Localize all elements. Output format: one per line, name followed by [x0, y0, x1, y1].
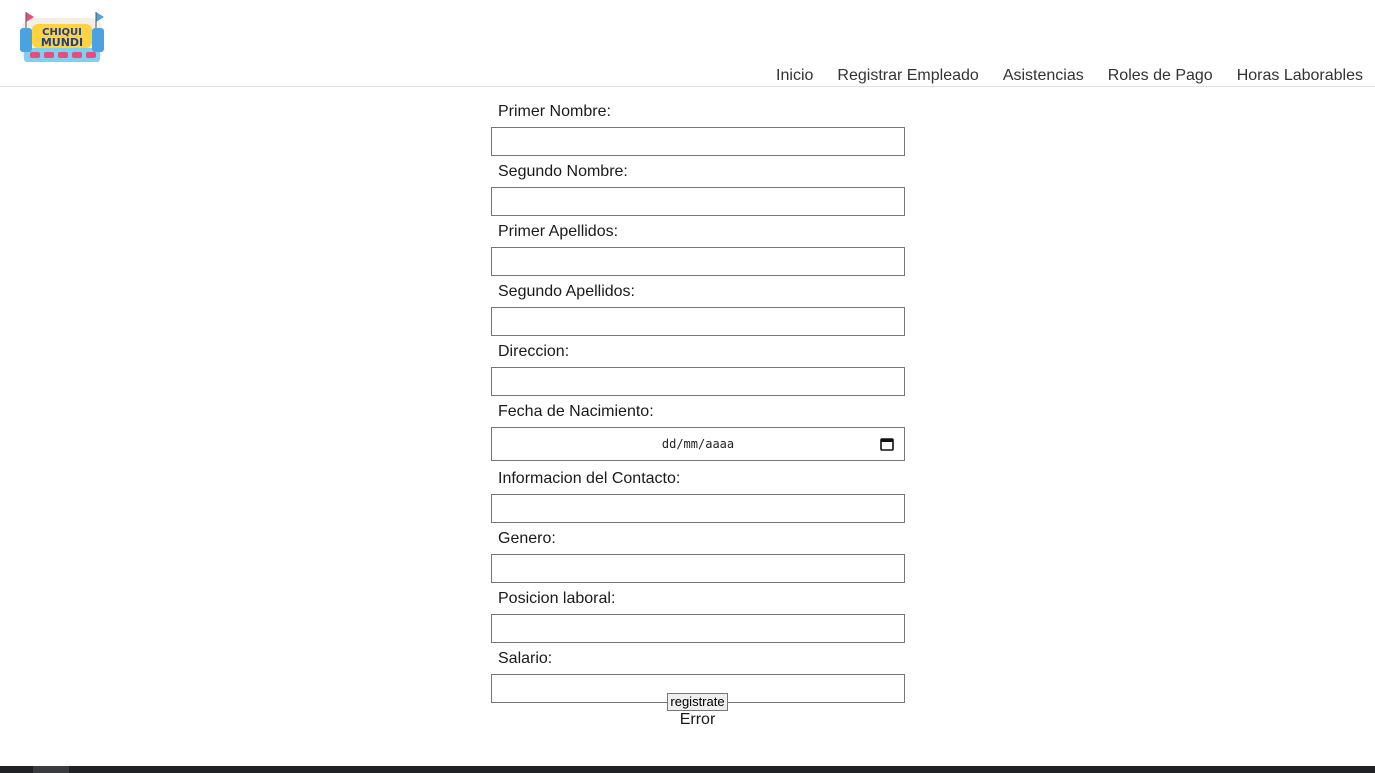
nav-link-horas-laborables[interactable]: Horas Laborables [1237, 66, 1363, 86]
primer-nombre-label: Primer Nombre: [498, 103, 611, 120]
brand-logo[interactable]: CHIQUI MUNDI [18, 8, 106, 66]
posicion-laboral-label: Posicion laboral: [498, 590, 616, 607]
chiqui-mundi-logo-icon: CHIQUI MUNDI [20, 12, 104, 62]
segundo-apellidos-input[interactable] [491, 307, 905, 336]
primer-nombre-input[interactable] [491, 127, 905, 156]
employee-form: Primer Nombre: Segundo Nombre: Primer Ap… [491, 100, 905, 709]
posicion-laboral-input[interactable] [491, 614, 905, 643]
form-actions: registrate [0, 693, 1375, 711]
direccion-input[interactable] [491, 367, 905, 396]
segundo-nombre-label: Segundo Nombre: [498, 163, 628, 180]
status-message: Error [679, 711, 716, 728]
taskbar-tab[interactable] [33, 766, 69, 773]
genero-input[interactable] [491, 554, 905, 583]
nav-link-roles-de-pago[interactable]: Roles de Pago [1108, 66, 1213, 86]
registrate-button[interactable]: registrate [667, 693, 728, 711]
segundo-apellidos-label: Segundo Apellidos: [498, 283, 635, 300]
svg-text:MUNDI: MUNDI [41, 36, 83, 49]
fecha-nacimiento-input[interactable]: dd/mm/aaaa [491, 427, 905, 461]
nav-link-inicio[interactable]: Inicio [776, 66, 813, 86]
direccion-label: Direccion: [498, 343, 570, 360]
salario-label: Salario: [498, 650, 553, 667]
segundo-nombre-input[interactable] [491, 187, 905, 216]
calendar-icon[interactable] [880, 437, 894, 451]
page-header: CHIQUI MUNDI Inicio Registrar Empleado A… [0, 0, 1375, 87]
nav-link-asistencias[interactable]: Asistencias [1003, 66, 1084, 86]
nav-link-registrar-empleado[interactable]: Registrar Empleado [837, 66, 978, 86]
primer-apellidos-input[interactable] [491, 247, 905, 276]
informacion-contacto-input[interactable] [491, 494, 905, 523]
bottom-taskbar [0, 766, 1375, 773]
fecha-nacimiento-label: Fecha de Nacimiento: [498, 403, 654, 420]
date-placeholder: dd/mm/aaaa [661, 437, 735, 451]
primer-apellidos-label: Primer Apellidos: [498, 223, 619, 240]
main-nav: Inicio Registrar Empleado Asistencias Ro… [752, 66, 1363, 86]
genero-label: Genero: [498, 530, 556, 547]
informacion-contacto-label: Informacion del Contacto: [498, 470, 681, 487]
